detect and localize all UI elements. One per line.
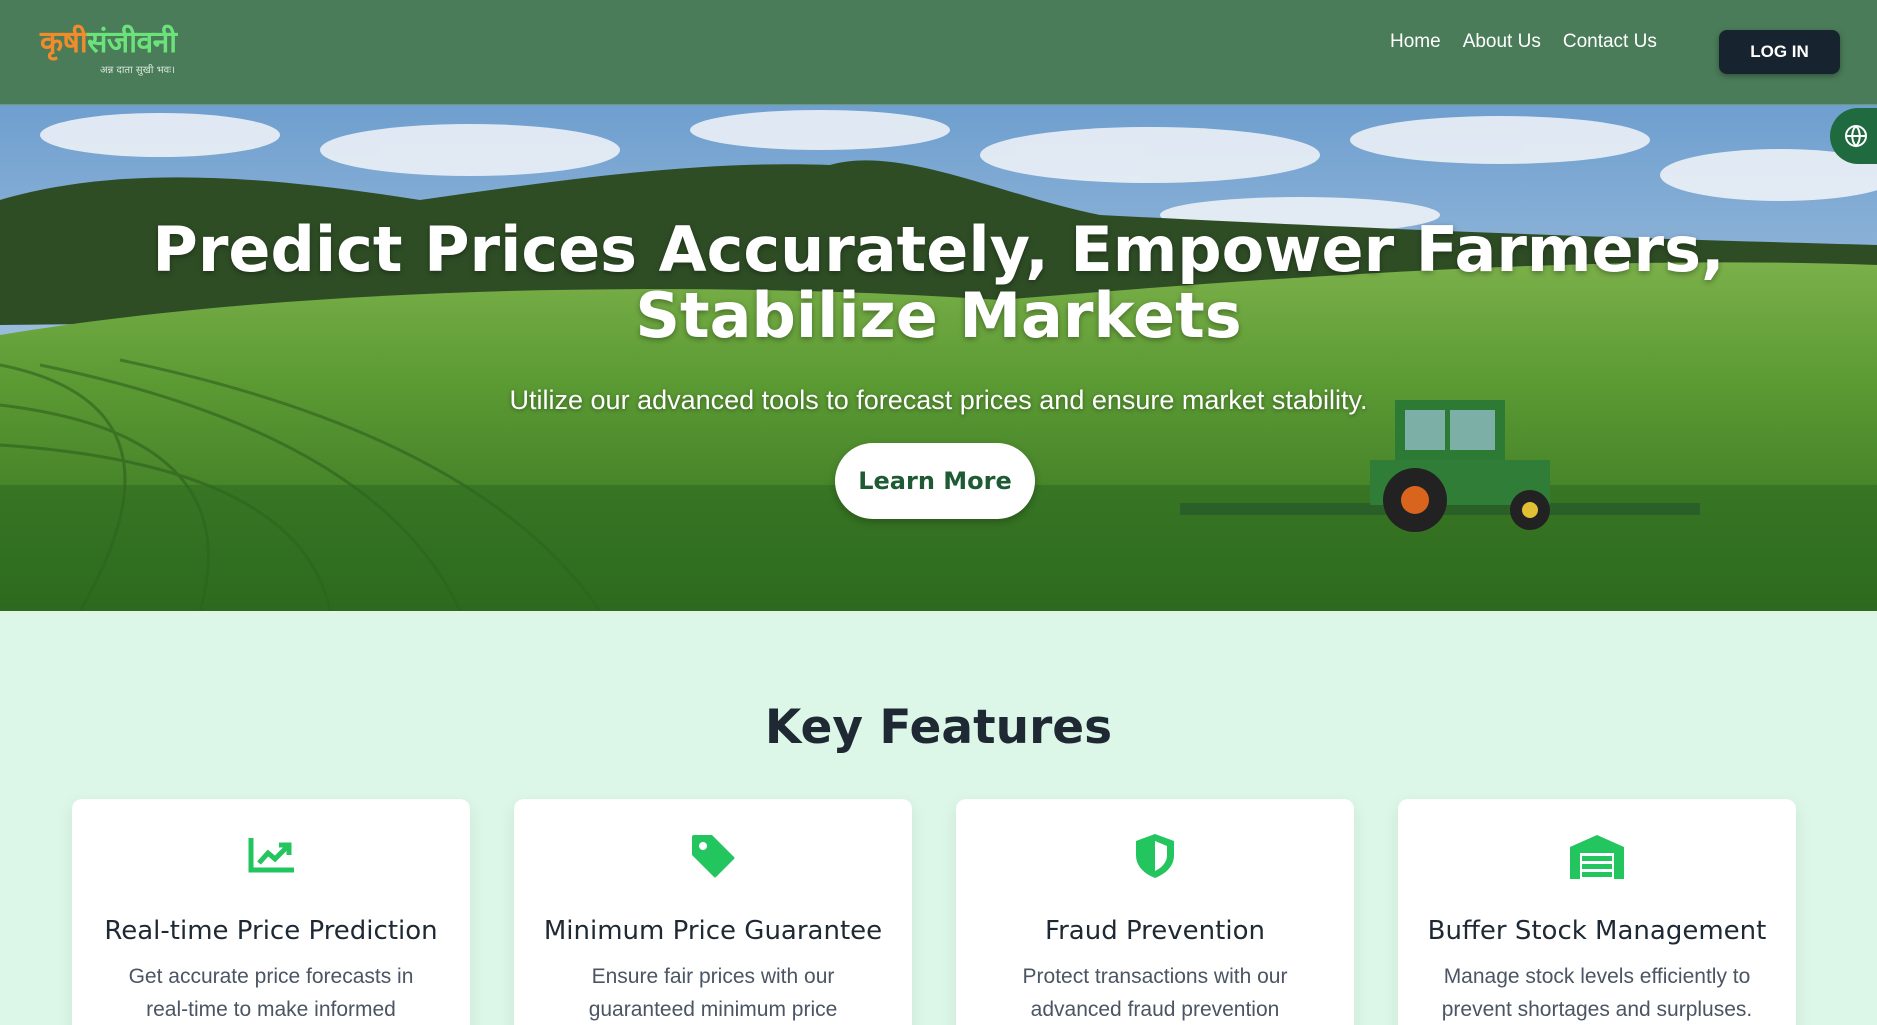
feature-description: Ensure fair prices with our guaranteed m…: [588, 965, 838, 1021]
nav-contact-link[interactable]: Contact Us: [1563, 30, 1657, 54]
logo-title: कृषीसंजीवनी: [40, 26, 177, 60]
features-title: Key Features: [764, 700, 1113, 755]
feature-title: Real-time Price Prediction: [104, 916, 438, 946]
nav-home-link[interactable]: Home: [1390, 30, 1441, 54]
feature-description: Manage stock levels efficiently to preve…: [1441, 965, 1753, 1021]
feature-description: Get accurate price forecasts in real-tim…: [128, 965, 414, 1021]
hero-section: Predict Prices Accurately, Empower Farme…: [0, 105, 1877, 611]
main-nav: Home About Us Contact Us: [1390, 30, 1657, 54]
login-button[interactable]: LOG IN: [1719, 30, 1840, 74]
feature-description: Protect transactions with our advanced f…: [1022, 965, 1288, 1021]
site-header: कृषीसंजीवनी अन्न दाता सुखी भवः। Home Abo…: [0, 0, 1877, 105]
warehouse-icon: [1570, 835, 1624, 879]
shield-icon: [1136, 834, 1174, 878]
logo-title-part2: संजीवनी: [87, 25, 177, 60]
logo[interactable]: कृषीसंजीवनी अन्न दाता सुखी भवः।: [40, 26, 177, 77]
features-list: Real-time Price Prediction Get accurate …: [72, 799, 1796, 1025]
hero-subtitle: Utilize our advanced tools to forecast p…: [509, 385, 1368, 415]
globe-icon: [1845, 125, 1867, 148]
learn-more-button[interactable]: Learn More: [835, 443, 1035, 519]
language-globe-button[interactable]: [1830, 108, 1877, 164]
hero-background-image: [0, 105, 1877, 611]
nav-about-link[interactable]: About Us: [1463, 30, 1541, 54]
logo-tagline: अन्न दाता सुखी भवः।: [100, 65, 175, 76]
logo-title-part1: कृषी: [40, 25, 88, 60]
price-tag-icon: [692, 835, 735, 878]
feature-title: Fraud Prevention: [1045, 916, 1265, 946]
feature-card: Minimum Price Guarantee Ensure fair pric…: [514, 799, 912, 1025]
chart-line-icon: [248, 838, 294, 873]
feature-card: Buffer Stock Management Manage stock lev…: [1398, 799, 1796, 1025]
hero-title: Predict Prices Accurately, Empower Farme…: [152, 213, 1725, 352]
feature-card: Real-time Price Prediction Get accurate …: [72, 799, 470, 1025]
feature-card: Fraud Prevention Protect transactions wi…: [956, 799, 1354, 1025]
feature-title: Minimum Price Guarantee: [543, 916, 883, 946]
feature-title: Buffer Stock Management: [1427, 916, 1767, 946]
